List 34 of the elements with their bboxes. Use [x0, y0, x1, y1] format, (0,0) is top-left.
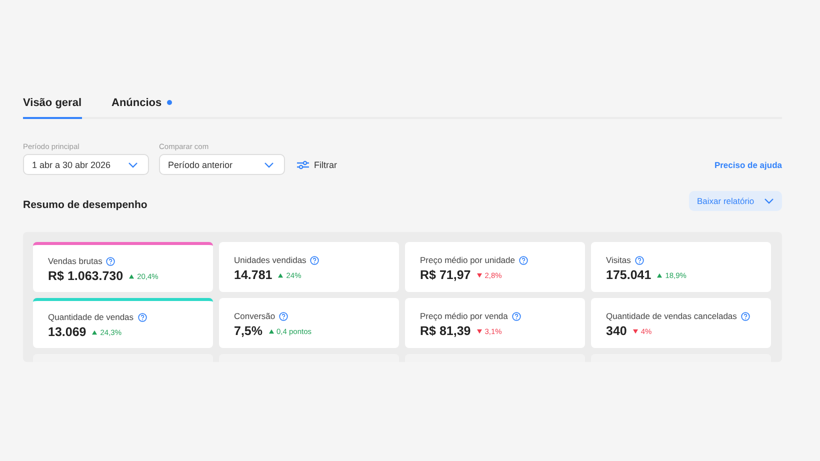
filter-button[interactable]: Filtrar — [295, 154, 337, 175]
metric-value: R$ 81,39 — [420, 324, 471, 338]
help-icon[interactable] — [512, 312, 521, 320]
help-icon[interactable] — [310, 256, 320, 264]
chevron-down-icon — [764, 198, 774, 204]
help-icon[interactable] — [518, 256, 528, 264]
dropdown-field[interactable]: 1 abr a 30 abr 2026 — [23, 154, 149, 175]
metric-label: Quantidade de vendas canceladas — [606, 311, 737, 321]
metric-label: Vendas brutas — [48, 256, 102, 266]
tab[interactable]: Anúncios — [112, 95, 172, 117]
metric-label: Visitas — [606, 255, 631, 265]
metric-label: Conversão — [234, 311, 276, 321]
metric-value: 7,5% — [234, 324, 262, 338]
section-title: Resumo de desempenho — [23, 198, 148, 210]
metric-value: R$ 1.063.730 — [48, 269, 124, 283]
tab[interactable]: Visão geral — [23, 95, 82, 119]
metric-value: R$ 71,97 — [420, 268, 471, 282]
metric-label: Preço médio por unidade — [420, 255, 515, 265]
dropdown-field[interactable]: Período anterior — [159, 154, 285, 175]
help-icon[interactable] — [138, 312, 147, 322]
chevron-down-icon — [264, 162, 274, 168]
metric-label: Preço médio por venda — [420, 311, 508, 321]
chevron-down-icon — [128, 162, 138, 168]
sliders-icon — [297, 160, 309, 170]
help-icon[interactable] — [106, 256, 116, 266]
metric-label: Unidades vendidas — [234, 255, 306, 265]
metric-value: 340 — [606, 324, 627, 338]
help-icon[interactable] — [740, 312, 750, 320]
metric-label: Quantidade de vendas — [48, 312, 134, 322]
metric-value: 13.069 — [48, 325, 86, 339]
help-icon[interactable] — [634, 256, 644, 264]
help-icon[interactable] — [279, 312, 288, 320]
metric-value: 14.781 — [234, 268, 272, 282]
metric-value: 175.041 — [606, 268, 652, 282]
